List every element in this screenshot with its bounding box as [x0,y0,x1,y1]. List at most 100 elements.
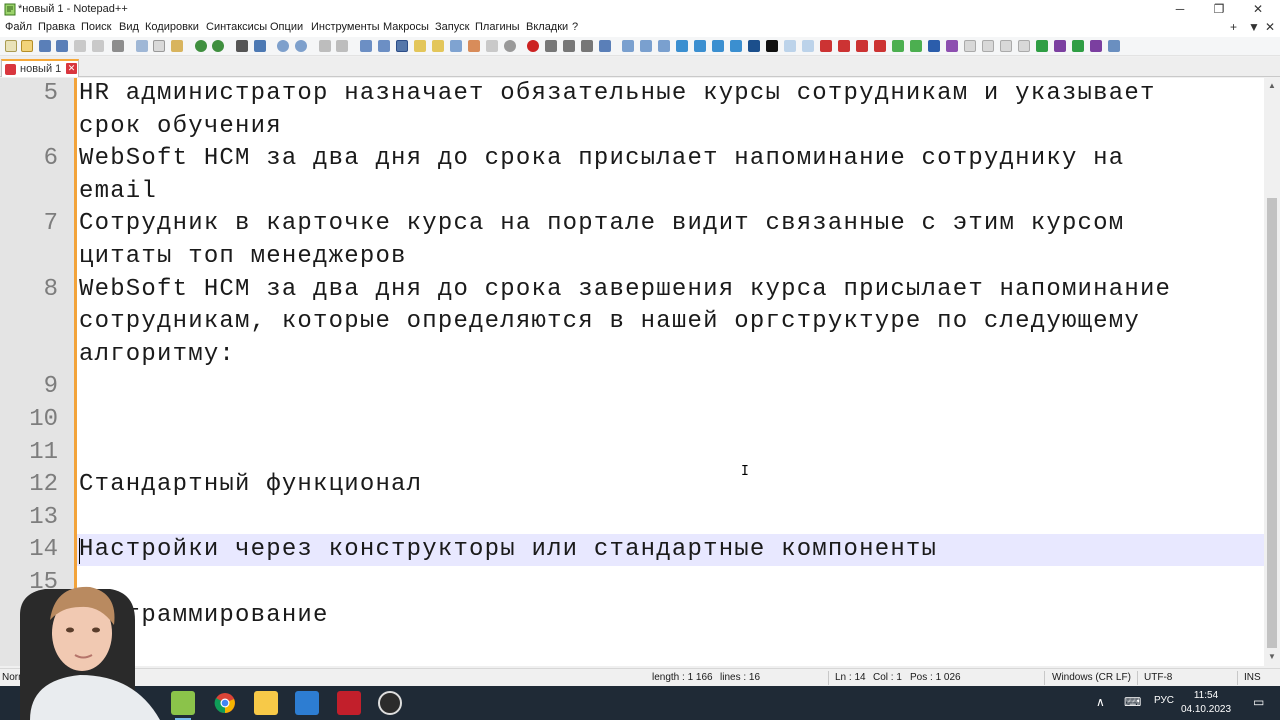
sync-horizontal-icon[interactable] [336,40,348,52]
lang-icon[interactable] [504,40,516,52]
screen-app-taskbar-icon[interactable] [295,691,319,715]
save-macro-icon[interactable] [599,40,611,52]
plugin-icon-9[interactable] [766,40,778,52]
code-line[interactable]: HR администратор назначает обязательные … [79,78,1156,110]
close-doc-icon[interactable]: ✕ [1265,20,1275,34]
tab-close-icon[interactable]: ✕ [66,63,77,74]
plugin-icon-2[interactable] [640,40,652,52]
menu-edit[interactable]: Правка [38,21,75,33]
tray-chevron-up-icon[interactable]: ∧ [1096,695,1105,709]
file-explorer-taskbar-icon[interactable] [254,691,278,715]
panel-icon[interactable] [486,40,498,52]
record-macro-icon[interactable] [527,40,539,52]
new-file-icon[interactable] [5,40,17,52]
chrome-taskbar-icon[interactable] [213,691,237,715]
menu-view[interactable]: Вид [119,21,139,33]
menu-file[interactable]: Файл [5,21,32,33]
code-line[interactable]: алгоритму: [79,339,235,371]
plugin-icon-28[interactable] [1108,40,1120,52]
menu-tabs[interactable]: Вкладки [526,21,568,33]
menu-macros[interactable]: Макросы [383,21,429,33]
undo-icon[interactable] [195,40,207,52]
show-all-chars-icon[interactable] [378,40,390,52]
scrollbar-thumb[interactable] [1267,198,1277,648]
find-icon[interactable] [236,40,248,52]
code-line[interactable]: цитаты топ менеджеров [79,241,407,273]
tab-list-icon[interactable]: ▼ [1248,20,1260,34]
plugin-icon-22[interactable] [1000,40,1012,52]
code-line[interactable]: email [79,176,157,208]
vertical-scrollbar[interactable]: ▲ ▼ [1264,78,1280,666]
menu-help[interactable]: ? [572,21,578,33]
print-icon[interactable] [112,40,124,52]
menu-plugins[interactable]: Плагины [475,21,520,33]
plugin-icon-15[interactable] [874,40,886,52]
scroll-up-arrow-icon[interactable]: ▲ [1267,81,1277,91]
obs-taskbar-icon[interactable] [378,691,402,715]
zoom-in-icon[interactable] [277,40,289,52]
menu-options[interactable]: Опции [270,21,303,33]
word-wrap-icon[interactable] [360,40,372,52]
plugin-icon-17[interactable] [910,40,922,52]
keyboard-icon[interactable]: ⌨ [1124,695,1141,709]
copy-icon[interactable] [153,40,165,52]
plugin-icon-1[interactable] [622,40,634,52]
red-black-app-taskbar-icon[interactable] [337,691,361,715]
plugin-icon-26[interactable] [1072,40,1084,52]
taskbar-clock[interactable]: 11:54 04.10.2023 [1176,689,1236,717]
plugin-icon-3[interactable] [658,40,670,52]
scroll-down-arrow-icon[interactable]: ▼ [1267,652,1277,662]
code-line[interactable]: сотрудникам, которые определяются в наше… [79,306,1140,338]
play-macro-icon[interactable] [563,40,575,52]
sync-vertical-icon[interactable] [319,40,331,52]
plugin-icon-20[interactable] [964,40,976,52]
plugin-icon-8[interactable] [748,40,760,52]
menu-run[interactable]: Запуск [435,21,469,33]
plugin-icon-18[interactable] [928,40,940,52]
plugin-icon-5[interactable] [694,40,706,52]
code-line[interactable]: WebSoft HCM за два дня до срока присылае… [79,143,1124,175]
replace-icon[interactable] [254,40,266,52]
minimize-button[interactable]: ─ [1163,0,1197,20]
play-multiple-icon[interactable] [581,40,593,52]
folder-workspace-icon[interactable] [450,40,462,52]
indent-guide-icon[interactable] [396,40,408,52]
notifications-icon[interactable]: ▭ [1253,695,1264,709]
stop-macro-icon[interactable] [545,40,557,52]
close-window-button[interactable]: ✕ [1241,0,1275,20]
plugin-icon-10[interactable] [784,40,796,52]
plugin-icon-23[interactable] [1018,40,1030,52]
paste-icon[interactable] [171,40,183,52]
plugin-icon-25[interactable] [1054,40,1066,52]
doc-map-icon[interactable] [414,40,426,52]
plugin-icon-13[interactable] [838,40,850,52]
code-line[interactable]: срок обучения [79,111,282,143]
menu-encoding[interactable]: Кодировки [145,21,199,33]
plugin-icon-12[interactable] [820,40,832,52]
menu-syntax[interactable]: Синтаксисы [206,21,267,33]
editor-area[interactable]: 5 6 7 8 9 10 11 12 13 14 15 HR администр… [0,78,1264,666]
redo-icon[interactable] [212,40,224,52]
plugin-icon-16[interactable] [892,40,904,52]
cut-icon[interactable] [136,40,148,52]
close-icon[interactable] [74,40,86,52]
monitoring-icon[interactable] [468,40,480,52]
save-all-icon[interactable] [56,40,68,52]
save-icon[interactable] [39,40,51,52]
menu-tools[interactable]: Инструменты [311,21,380,33]
add-tab-icon[interactable]: + [1230,20,1237,34]
code-line[interactable]: WebSoft HCM за два дня до срока завершен… [79,274,1171,306]
plugin-icon-24[interactable] [1036,40,1048,52]
plugin-icon-7[interactable] [730,40,742,52]
code-line[interactable]: Сотрудник в карточке курса на портале ви… [79,208,1124,240]
plugin-icon-14[interactable] [856,40,868,52]
plugin-icon-21[interactable] [982,40,994,52]
code-line[interactable]: Стандартный функционал [79,469,422,501]
maximize-button[interactable]: ❐ [1202,0,1236,20]
plugin-icon-6[interactable] [712,40,724,52]
zoom-out-icon[interactable] [295,40,307,52]
plugin-icon-19[interactable] [946,40,958,52]
plugin-icon-27[interactable] [1090,40,1102,52]
close-all-icon[interactable] [92,40,104,52]
plugin-icon-11[interactable] [802,40,814,52]
